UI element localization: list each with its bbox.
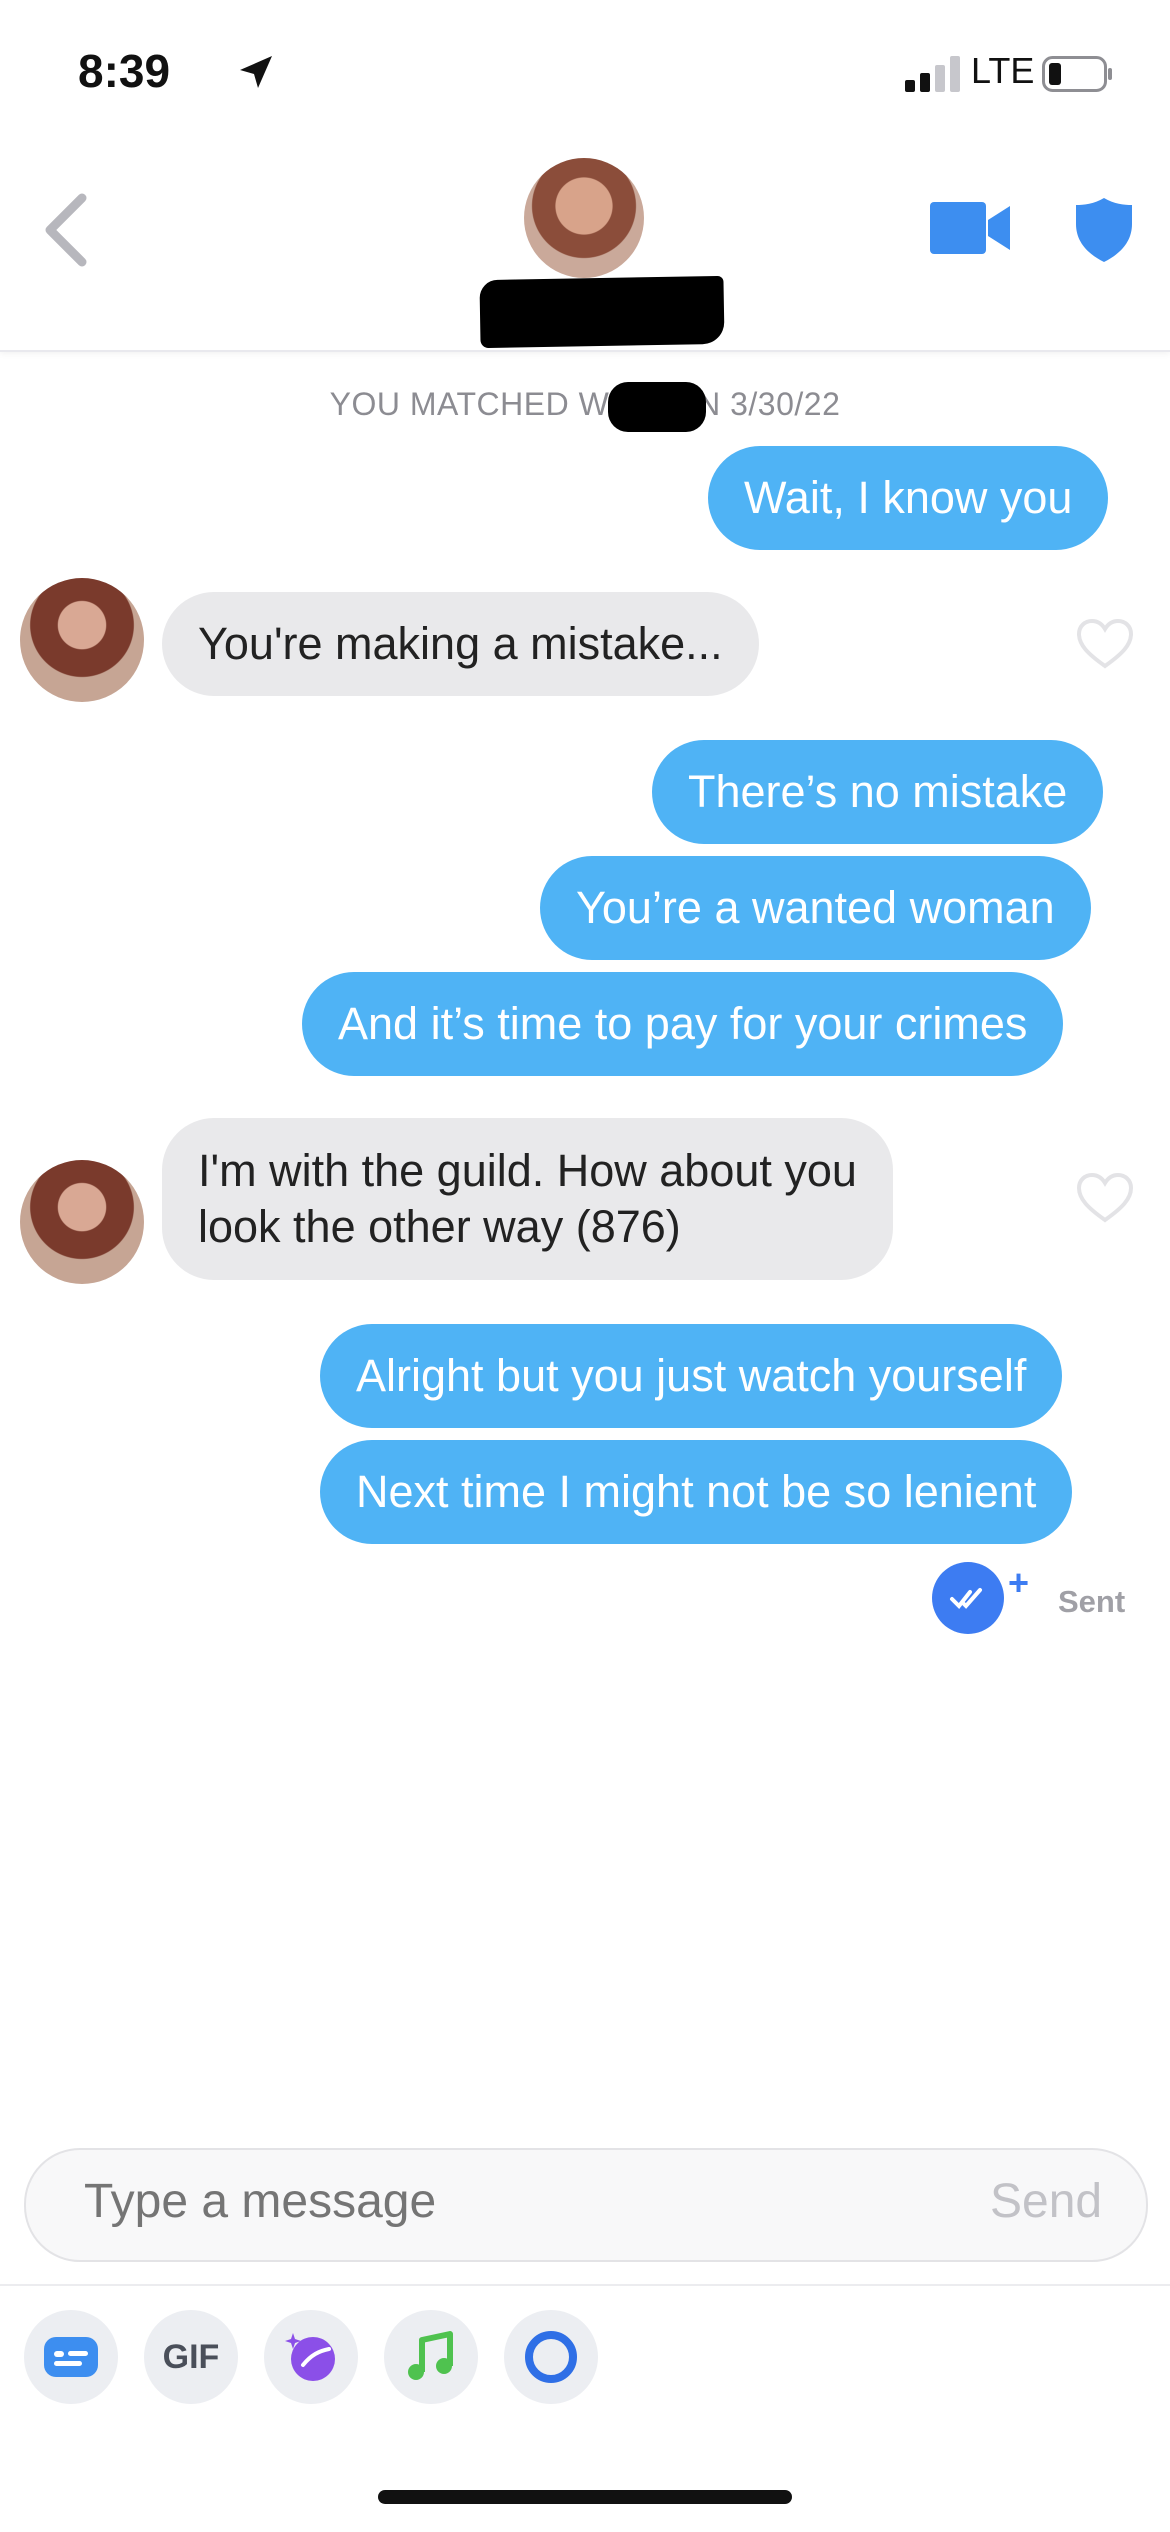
heart-icon[interactable]	[1076, 1172, 1134, 1224]
message-incoming[interactable]: You're making a mistake...	[162, 592, 759, 696]
message-outgoing[interactable]: Next time I might not be so lenient	[320, 1440, 1073, 1544]
heart-icon[interactable]	[1076, 618, 1134, 670]
message-text-line: I'm with the guild. How about you	[198, 1145, 857, 1196]
music-icon	[408, 2331, 453, 2380]
gif-label: GIF	[162, 2337, 220, 2376]
message-outgoing[interactable]: You’re a wanted woman	[540, 856, 1091, 960]
card-icon	[44, 2337, 98, 2377]
home-indicator	[378, 2490, 792, 2504]
ring-button[interactable]	[504, 2310, 598, 2404]
sparkle-button[interactable]	[264, 2310, 358, 2404]
redacted-match-name	[608, 382, 706, 432]
send-button[interactable]: Send	[990, 2174, 1102, 2229]
gif-button[interactable]: GIF	[144, 2310, 238, 2404]
card-button[interactable]	[24, 2310, 118, 2404]
message-text: Next time I might not be so lenient	[356, 1466, 1037, 1517]
match-avatar[interactable]	[20, 1160, 144, 1284]
message-text: You’re a wanted woman	[576, 882, 1055, 933]
match-avatar[interactable]	[20, 578, 144, 702]
redacted-name	[479, 275, 725, 349]
message-text: Wait, I know you	[744, 472, 1073, 523]
shield-icon[interactable]	[1074, 196, 1134, 264]
message-text: Alright but you just watch yourself	[356, 1350, 1027, 1401]
sent-status: Sent	[1058, 1584, 1126, 1619]
message-text-line: look the other way (876)	[198, 1201, 681, 1252]
video-call-icon[interactable]	[930, 200, 1012, 256]
message-outgoing[interactable]: And it’s time to pay for your crimes	[302, 972, 1064, 1076]
message-outgoing[interactable]: Wait, I know you	[708, 446, 1109, 550]
message-incoming[interactable]: I'm with the guild. How about you look t…	[162, 1118, 893, 1280]
back-chevron-icon[interactable]	[38, 190, 94, 270]
message-input[interactable]	[84, 2174, 844, 2229]
message-outgoing[interactable]: There’s no mistake	[652, 740, 1104, 844]
plus-icon[interactable]: +	[1008, 1562, 1029, 1604]
message-outgoing[interactable]: Alright but you just watch yourself	[320, 1324, 1063, 1428]
music-button[interactable]	[384, 2310, 478, 2404]
message-text: And it’s time to pay for your crimes	[338, 998, 1028, 1049]
match-notice: YOU MATCHED WITH ON 3/30/22	[329, 386, 841, 422]
sparkle-icon	[285, 2333, 335, 2381]
toolbar-divider	[0, 2284, 1170, 2286]
message-text: You're making a mistake...	[198, 618, 723, 669]
profile-avatar[interactable]	[524, 158, 644, 278]
ring-icon	[525, 2331, 577, 2383]
read-receipt-icon	[932, 1562, 1004, 1634]
message-text: There’s no mistake	[688, 766, 1068, 817]
